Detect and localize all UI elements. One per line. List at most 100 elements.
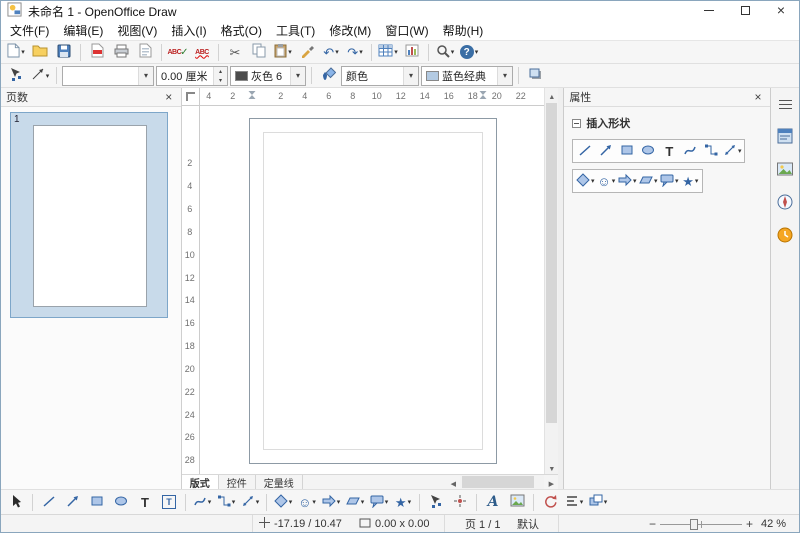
area-style-button[interactable] [317, 66, 339, 86]
arrow-tool-button[interactable] [596, 141, 616, 161]
layer-tab-dimension-lines[interactable]: 定量线 [256, 475, 303, 489]
insert-shapes-section-header[interactable]: 插入形状 [564, 107, 770, 135]
copy-button[interactable] [248, 42, 270, 62]
export-pdf-button[interactable] [86, 42, 108, 62]
scroll-right-button[interactable] [544, 475, 558, 489]
undo-button[interactable]: ↶ [320, 42, 342, 62]
line-width-spinner[interactable]: 0.00 厘米 [156, 66, 228, 86]
zoom-button[interactable] [434, 42, 456, 62]
margin-marker[interactable] [248, 91, 255, 101]
drawing-canvas[interactable] [200, 106, 545, 474]
menu-tools[interactable]: 工具(T) [269, 20, 322, 41]
flowchart-button[interactable] [638, 171, 658, 191]
rectangle-tool-button[interactable] [86, 492, 108, 512]
fontwork-button[interactable]: A [482, 492, 504, 512]
dropdown-button[interactable] [138, 67, 153, 85]
dropdown-button[interactable] [290, 67, 305, 85]
horizontal-ruler[interactable]: 4 2 2 4 6 8 10 12 14 16 18 20 22 [200, 88, 545, 106]
menu-modify[interactable]: 修改(M) [322, 20, 378, 41]
page-thumbnail[interactable]: 1 [10, 112, 168, 318]
ruler-origin[interactable] [182, 88, 200, 106]
insert-image-button[interactable] [506, 492, 528, 512]
sidebar-tab-gallery[interactable] [774, 159, 796, 181]
sidebar-tab-properties[interactable] [774, 126, 796, 148]
autospellcheck-button[interactable]: ABC [191, 42, 213, 62]
arrow-tool-button[interactable] [62, 492, 84, 512]
line-tool-button[interactable] [38, 492, 60, 512]
spin-down-button[interactable] [214, 76, 227, 85]
lines-arrows-tool-button[interactable] [239, 492, 261, 512]
insert-table-button[interactable] [377, 42, 399, 62]
menu-window[interactable]: 窗口(W) [378, 20, 435, 41]
lines-arrows-tool-button[interactable] [722, 141, 742, 161]
pages-panel-close-button[interactable] [162, 90, 176, 104]
rotate-button[interactable] [539, 492, 561, 512]
edit-points-button[interactable] [5, 66, 27, 86]
save-button[interactable] [53, 42, 75, 62]
minimize-button[interactable] [691, 1, 727, 20]
maximize-button[interactable] [727, 1, 763, 20]
symbol-shapes-button[interactable]: ☺ [296, 492, 318, 512]
flowchart-button[interactable] [344, 492, 366, 512]
menu-insert[interactable]: 插入(I) [164, 20, 213, 41]
zoom-level-value[interactable]: 42 % [755, 515, 799, 533]
shadow-button[interactable] [524, 66, 546, 86]
fill-style-select[interactable]: 颜色 [341, 66, 419, 86]
spin-up-button[interactable] [214, 67, 227, 76]
layer-tab-layout[interactable]: 版式 [182, 475, 219, 489]
print-button[interactable] [110, 42, 132, 62]
zoom-out-button[interactable] [647, 515, 658, 533]
ellipse-tool-button[interactable] [638, 141, 658, 161]
redo-button[interactable]: ↷ [344, 42, 366, 62]
vertical-scrollbar[interactable] [544, 88, 558, 474]
rectangle-tool-button[interactable] [617, 141, 637, 161]
insert-chart-button[interactable] [401, 42, 423, 62]
collapse-icon[interactable] [572, 119, 581, 128]
dropdown-button[interactable] [403, 67, 418, 85]
page-style-indicator[interactable]: 默认 [511, 515, 559, 533]
sidebar-tab-navigator[interactable] [774, 192, 796, 214]
arrange-button[interactable] [587, 492, 609, 512]
layer-tab-controls[interactable]: 控件 [219, 475, 256, 489]
ellipse-tool-button[interactable] [110, 492, 132, 512]
margin-marker[interactable] [479, 91, 486, 101]
line-style-select[interactable] [62, 66, 154, 86]
connector-tool-button[interactable] [215, 492, 237, 512]
zoom-in-button[interactable] [744, 515, 755, 533]
open-button[interactable] [29, 42, 51, 62]
sidebar-menu-button[interactable] [774, 93, 796, 115]
page-preview-button[interactable] [134, 42, 156, 62]
text-tool-button[interactable]: T [659, 141, 679, 161]
cut-button[interactable]: ✂ [224, 42, 246, 62]
callouts-button[interactable] [659, 171, 679, 191]
sidebar-tab-styles[interactable] [774, 225, 796, 247]
arrow-style-button[interactable] [29, 66, 51, 86]
connector-tool-button[interactable] [701, 141, 721, 161]
help-button[interactable]: ? [458, 42, 480, 62]
zoom-slider-thumb[interactable] [690, 519, 698, 530]
stars-button[interactable]: ★ [392, 492, 414, 512]
menu-format[interactable]: 格式(O) [214, 20, 269, 41]
drawing-page[interactable] [249, 118, 497, 464]
zoom-slider[interactable] [658, 515, 744, 533]
edit-points-button[interactable] [425, 492, 447, 512]
scroll-up-button[interactable] [545, 88, 558, 102]
menu-file[interactable]: 文件(F) [3, 20, 56, 41]
menu-help[interactable]: 帮助(H) [436, 20, 491, 41]
new-document-button[interactable] [5, 42, 27, 62]
curve-tool-button[interactable] [191, 492, 213, 512]
glue-points-button[interactable] [449, 492, 471, 512]
align-button[interactable] [563, 492, 585, 512]
fill-color-select[interactable]: 蓝色经典 [421, 66, 513, 86]
menu-edit[interactable]: 编辑(E) [56, 20, 110, 41]
basic-shapes-button[interactable] [272, 492, 294, 512]
line-color-select[interactable]: 灰色 6 [230, 66, 306, 86]
vertical-ruler[interactable]: 2 4 6 8 10 12 14 16 18 20 22 24 26 28 [182, 106, 200, 474]
vertical-scrollbar-thumb[interactable] [546, 103, 557, 423]
line-tool-button[interactable] [575, 141, 595, 161]
page-indicator[interactable]: 页 1 / 1 [459, 515, 511, 533]
vertical-text-tool-button[interactable]: T [158, 492, 180, 512]
select-tool-button[interactable] [5, 492, 27, 512]
properties-panel-close-button[interactable] [751, 90, 765, 104]
spellcheck-button[interactable]: ABC✓ [167, 42, 189, 62]
